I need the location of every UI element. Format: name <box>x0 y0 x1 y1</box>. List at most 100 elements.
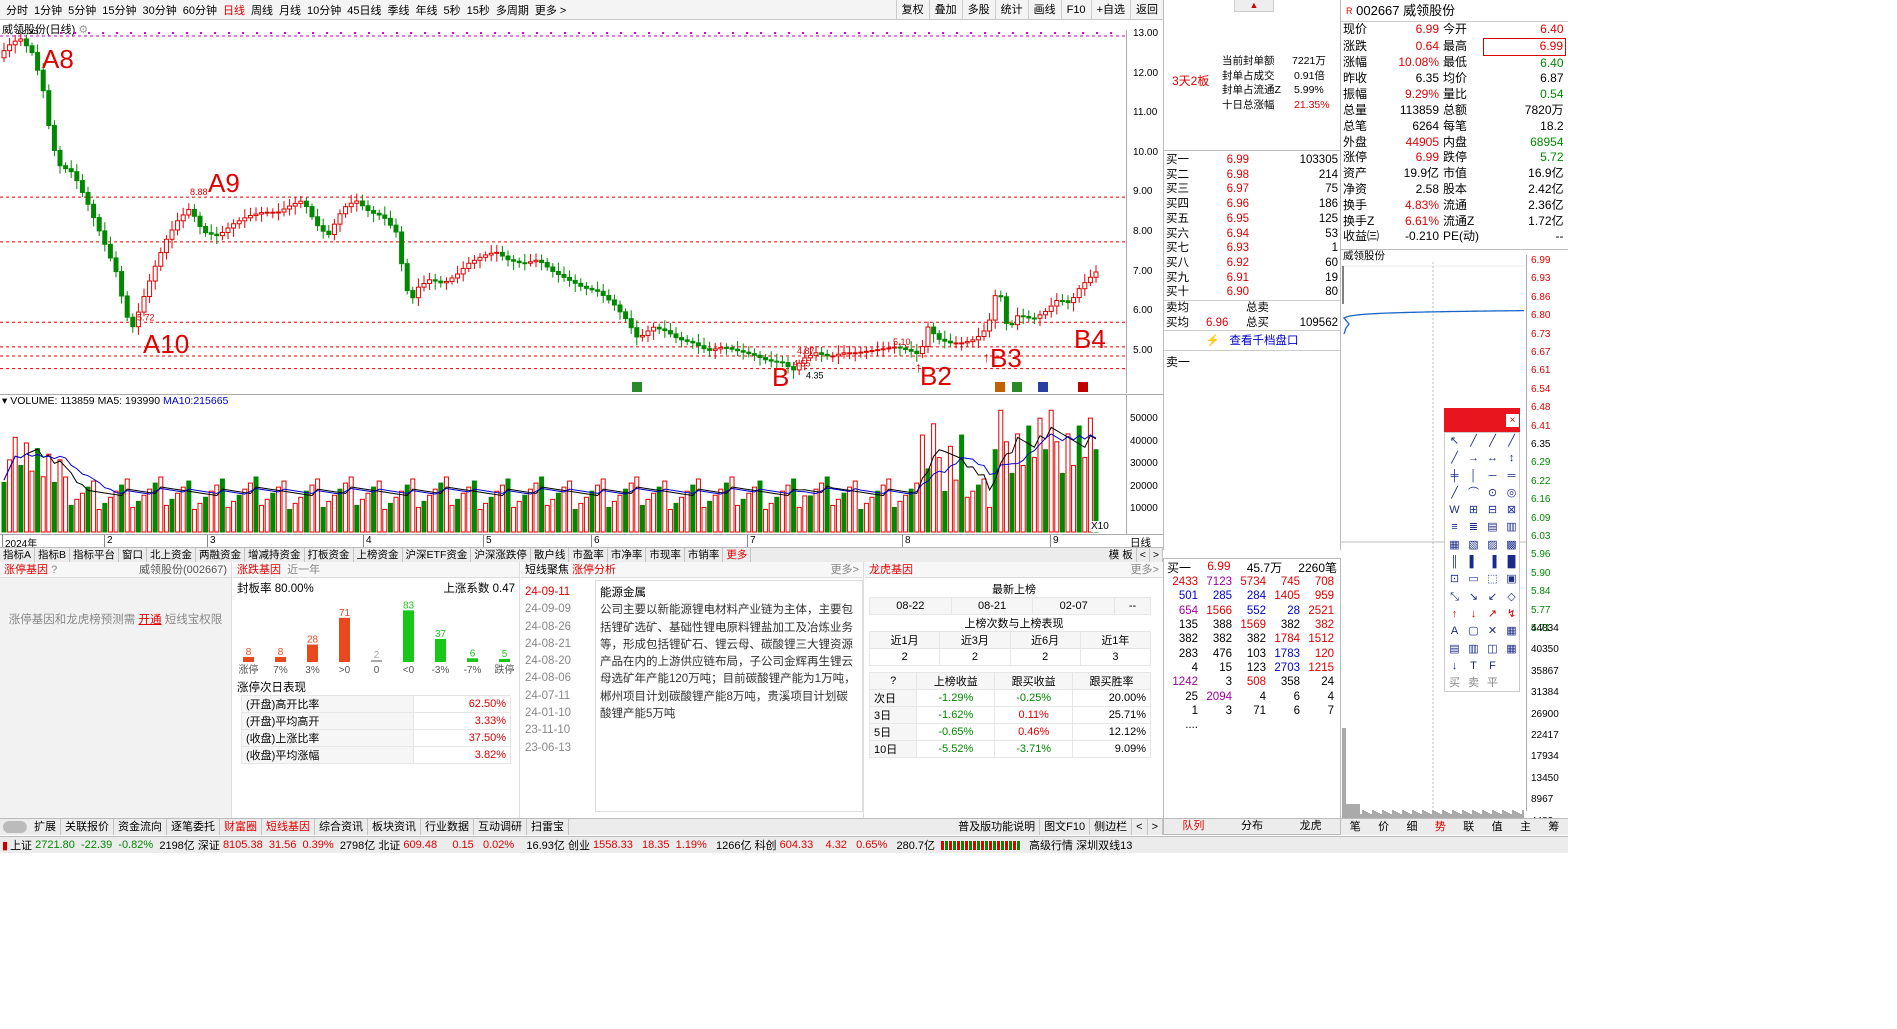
draw-tool-icon[interactable]: ⬚ <box>1483 571 1502 588</box>
draw-tool-icon[interactable]: A <box>1445 623 1464 640</box>
draw-tool-icon[interactable]: ▤ <box>1483 519 1502 536</box>
draw-tool-icon[interactable]: ▧ <box>1464 537 1483 554</box>
footer-tab-7[interactable]: 板块资讯 <box>368 819 421 835</box>
draw-tool-icon[interactable]: ▭ <box>1464 571 1483 588</box>
draw-tool-icon[interactable]: ≣ <box>1464 519 1483 536</box>
footer-toggle[interactable] <box>3 821 27 833</box>
draw-tool-icon[interactable]: F <box>1483 658 1502 675</box>
draw-tool-icon[interactable]: ▨ <box>1483 537 1502 554</box>
queue-tab-2[interactable]: 龙虎 <box>1281 819 1340 834</box>
limit-date-item[interactable]: 24-08-21 <box>521 636 594 653</box>
side-tab-2[interactable]: 细 <box>1398 819 1426 835</box>
indicator-tab-1[interactable]: 指标B <box>35 548 71 562</box>
draw-tool-icon[interactable]: ╱ <box>1502 433 1521 450</box>
draw-tool-icon[interactable]: ⌒ <box>1464 485 1483 502</box>
draw-tool-icon[interactable]: ╱ <box>1445 485 1464 502</box>
indicator-tab-9[interactable]: 沪深ETF资金 <box>403 548 472 562</box>
qiandang-text[interactable]: 查看千档盘口 <box>1229 335 1298 347</box>
period-1[interactable]: 1分钟 <box>31 2 65 18</box>
footer-tab-9[interactable]: 互动调研 <box>474 819 527 835</box>
footer-tab-2[interactable]: 资金流向 <box>114 819 167 835</box>
side-tab-5[interactable]: 值 <box>1483 819 1511 835</box>
limit-date-item[interactable]: 24-01-10 <box>521 705 594 722</box>
indicator-tab-5[interactable]: 两融资金 <box>196 548 246 562</box>
volume-collapse-icon[interactable]: ▾ <box>2 395 7 407</box>
footer-tab-8[interactable]: 行业数据 <box>421 819 474 835</box>
trade-btn-1[interactable]: 卖 <box>1464 675 1483 692</box>
draw-tool-icon[interactable]: ⤡ <box>1445 589 1464 606</box>
tool-7[interactable]: 返回 <box>1130 0 1163 20</box>
draw-tool-icon[interactable]: ▩ <box>1502 537 1521 554</box>
indicator-tab-11[interactable]: 散户线 <box>531 548 570 562</box>
draw-tool-icon[interactable]: T <box>1464 658 1483 675</box>
qiandang-link[interactable]: ⚡ 查看千档盘口 <box>1164 330 1340 350</box>
indicator-tab-2[interactable]: 指标平台 <box>70 548 120 562</box>
sh-label[interactable]: 上证 <box>10 837 32 853</box>
period-14[interactable]: 15秒 <box>464 2 493 18</box>
draw-tool-icon[interactable]: ⊟ <box>1483 502 1502 519</box>
draw-tool-icon[interactable]: ↓ <box>1445 658 1464 675</box>
footer-right-2[interactable]: 侧边栏 <box>1090 819 1133 835</box>
bid-row[interactable]: 买八 6.92 60 <box>1164 256 1340 271</box>
draw-tool-icon[interactable]: ↓ <box>1464 606 1483 623</box>
footer-right-3[interactable]: < <box>1132 819 1148 835</box>
draw-tool-icon[interactable]: → <box>1464 450 1483 467</box>
draw-tool-icon[interactable]: ↙ <box>1483 589 1502 606</box>
draw-tool-icon[interactable]: ≡ <box>1445 519 1464 536</box>
limit-date-item[interactable]: 24-09-09 <box>521 601 594 618</box>
kc-label[interactable]: 科创 <box>755 837 777 853</box>
indicator-tab-6[interactable]: 增减持资金 <box>245 548 305 562</box>
collapse-up-icon[interactable]: ▲ <box>1234 0 1274 12</box>
indicator-tab-10[interactable]: 沪深涨跌停 <box>471 548 531 562</box>
indicator-tab-14[interactable]: 市现率 <box>646 548 685 562</box>
draw-tool-icon[interactable]: ↑ <box>1445 606 1464 623</box>
footer-tab-4[interactable]: 财富圈 <box>220 819 262 835</box>
footer-tab-5[interactable]: 短线基因 <box>262 819 315 835</box>
trade-btn-0[interactable]: 买 <box>1445 675 1464 692</box>
period-3[interactable]: 15分钟 <box>99 2 139 18</box>
draw-tool-icon[interactable]: ✕ <box>1483 623 1502 640</box>
template-btn-2[interactable]: > <box>1150 548 1163 562</box>
tool-3[interactable]: 统计 <box>994 0 1028 20</box>
tool-5[interactable]: F10 <box>1060 0 1091 20</box>
bid-row[interactable]: 买一 6.99 103305 <box>1164 153 1340 168</box>
draw-tool-icon[interactable]: ↖ <box>1445 433 1464 450</box>
limit-date-item[interactable]: 24-09-11 <box>521 584 594 601</box>
status-right[interactable]: 高级行情 深圳双线13 <box>1029 837 1132 853</box>
promo-open-link[interactable]: 开通 <box>139 614 162 626</box>
panel-shortline-title[interactable]: 短线聚焦 <box>525 564 569 576</box>
draw-tool-icon[interactable]: ↯ <box>1502 606 1521 623</box>
draw-tool-icon[interactable]: ▌ <box>1464 554 1483 571</box>
limit-date-item[interactable]: 24-07-11 <box>521 688 594 705</box>
footer-tab-1[interactable]: 关联报价 <box>61 819 114 835</box>
panel-period[interactable]: 近一年 <box>287 562 320 577</box>
draw-tool-icon[interactable]: ▢ <box>1464 623 1483 640</box>
panel-limit-analysis-tab[interactable]: 涨停分析 <box>572 564 616 576</box>
draw-tool-icon[interactable]: ⊙ <box>1483 485 1502 502</box>
period-9[interactable]: 10分钟 <box>304 2 344 18</box>
draw-tool-icon[interactable]: ╱ <box>1464 433 1483 450</box>
draw-tool-icon[interactable]: ↘ <box>1464 589 1483 606</box>
period-5[interactable]: 60分钟 <box>180 2 220 18</box>
draw-tool-icon[interactable]: ▥ <box>1464 641 1483 658</box>
bid-row[interactable]: 买四 6.96 186 <box>1164 197 1340 212</box>
side-tab-7[interactable]: 筹 <box>1540 819 1568 835</box>
close-icon[interactable]: × <box>1506 414 1519 427</box>
bid-row[interactable]: 买九 6.91 19 <box>1164 271 1340 286</box>
queue-tab-1[interactable]: 分布 <box>1223 819 1282 834</box>
limit-date-item[interactable]: 24-08-26 <box>521 619 594 636</box>
draw-toolbox-header[interactable]: × <box>1444 408 1520 432</box>
sz-label[interactable]: 深证 <box>198 837 220 853</box>
trade-btn-2[interactable]: 平 <box>1483 675 1502 692</box>
latest-date[interactable]: 08-22 <box>869 597 952 615</box>
draw-tool-icon[interactable]: ╱ <box>1483 433 1502 450</box>
period-2[interactable]: 5分钟 <box>65 2 99 18</box>
limit-date-item[interactable]: 23-11-10 <box>521 722 594 739</box>
side-tab-3[interactable]: 势 <box>1426 819 1454 835</box>
period-0[interactable]: 分时 <box>3 2 31 18</box>
draw-tool-icon[interactable]: ⊡ <box>1445 571 1464 588</box>
cy-label[interactable]: 创业 <box>568 837 590 853</box>
draw-tool-icon[interactable]: ▥ <box>1502 519 1521 536</box>
draw-tool-icon[interactable]: ▦ <box>1502 623 1521 640</box>
panel-updown-title[interactable]: 涨跌基因 <box>237 562 281 577</box>
